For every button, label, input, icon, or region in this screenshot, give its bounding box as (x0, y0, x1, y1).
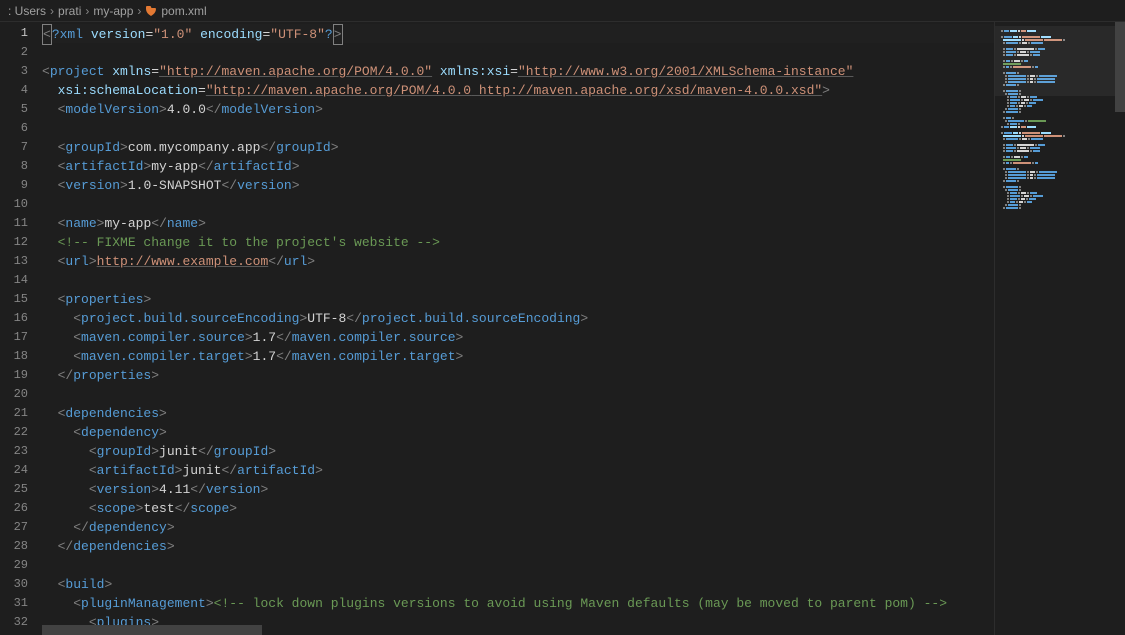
code-line[interactable]: <pluginManagement><!-- lock down plugins… (42, 594, 994, 613)
breadcrumb-segment[interactable]: prati (58, 4, 81, 18)
line-number[interactable]: 25 (0, 480, 28, 499)
line-number[interactable]: 27 (0, 518, 28, 537)
code-line[interactable]: xsi:schemaLocation="http://maven.apache.… (42, 81, 994, 100)
code-area[interactable]: <?xml version="1.0" encoding="UTF-8"?> <p… (42, 22, 994, 635)
line-number[interactable]: 31 (0, 594, 28, 613)
line-number[interactable]: 13 (0, 252, 28, 271)
line-number[interactable]: 14 (0, 271, 28, 290)
vertical-scrollbar-thumb[interactable] (1115, 22, 1125, 112)
code-line[interactable]: <properties> (42, 290, 994, 309)
line-number[interactable]: 3 (0, 62, 28, 81)
breadcrumb-segment[interactable]: Users (15, 4, 46, 18)
code-line[interactable]: <artifactId>junit</artifactId> (42, 461, 994, 480)
line-number[interactable]: 17 (0, 328, 28, 347)
line-number[interactable]: 8 (0, 157, 28, 176)
code-line[interactable]: </properties> (42, 366, 994, 385)
line-number[interactable]: 21 (0, 404, 28, 423)
code-line[interactable]: <groupId>junit</groupId> (42, 442, 994, 461)
line-number[interactable]: 10 (0, 195, 28, 214)
breadcrumb-file[interactable]: pom.xml (161, 4, 206, 18)
code-line[interactable]: <!-- FIXME change it to the project's we… (42, 233, 994, 252)
line-number[interactable]: 7 (0, 138, 28, 157)
xml-file-icon (145, 5, 157, 17)
code-line[interactable]: <project xmlns="http://maven.apache.org/… (42, 62, 994, 81)
horizontal-scrollbar[interactable] (42, 625, 994, 635)
line-number[interactable]: 18 (0, 347, 28, 366)
breadcrumb-segment[interactable]: my-app (93, 4, 133, 18)
minimap[interactable] (995, 22, 1115, 635)
line-number[interactable]: 23 (0, 442, 28, 461)
code-line[interactable]: <project.build.sourceEncoding>UTF-8</pro… (42, 309, 994, 328)
line-number[interactable]: 30 (0, 575, 28, 594)
code-line[interactable]: <build> (42, 575, 994, 594)
code-line[interactable]: <dependency> (42, 423, 994, 442)
code-line[interactable] (42, 119, 994, 138)
code-line[interactable]: <version>4.11</version> (42, 480, 994, 499)
code-line[interactable]: <maven.compiler.source>1.7</maven.compil… (42, 328, 994, 347)
code-line[interactable] (42, 43, 994, 62)
code-line[interactable]: <version>1.0-SNAPSHOT</version> (42, 176, 994, 195)
line-number[interactable]: 28 (0, 537, 28, 556)
chevron-right-icon: › (85, 4, 89, 18)
line-number[interactable]: 1 (0, 24, 28, 43)
line-number[interactable]: 32 (0, 613, 28, 632)
line-number[interactable]: 29 (0, 556, 28, 575)
code-line[interactable]: <groupId>com.mycompany.app</groupId> (42, 138, 994, 157)
line-number[interactable]: 19 (0, 366, 28, 385)
vertical-scrollbar[interactable] (1115, 22, 1125, 635)
breadcrumb[interactable]: : Users › prati › my-app › pom.xml (0, 0, 1125, 22)
line-number[interactable]: 4 (0, 81, 28, 100)
code-line[interactable]: </dependencies> (42, 537, 994, 556)
code-line[interactable]: <artifactId>my-app</artifactId> (42, 157, 994, 176)
code-line[interactable]: </dependency> (42, 518, 994, 537)
line-number[interactable]: 24 (0, 461, 28, 480)
code-line[interactable]: <modelVersion>4.0.0</modelVersion> (42, 100, 994, 119)
code-line[interactable] (42, 271, 994, 290)
line-number[interactable]: 5 (0, 100, 28, 119)
chevron-right-icon: › (50, 4, 54, 18)
code-line[interactable] (42, 556, 994, 575)
line-number[interactable]: 11 (0, 214, 28, 233)
code-line[interactable]: <name>my-app</name> (42, 214, 994, 233)
line-number[interactable]: 20 (0, 385, 28, 404)
chevron-right-icon: › (137, 4, 141, 18)
editor-wrap: 1234567891011121314151617181920212223242… (0, 22, 995, 635)
minimap-viewport[interactable] (995, 26, 1115, 96)
line-number[interactable]: 6 (0, 119, 28, 138)
horizontal-scrollbar-thumb[interactable] (42, 625, 262, 635)
line-number[interactable]: 26 (0, 499, 28, 518)
line-number[interactable]: 2 (0, 43, 28, 62)
code-line[interactable]: <?xml version="1.0" encoding="UTF-8"?> (42, 24, 994, 43)
editor-main: 1234567891011121314151617181920212223242… (0, 22, 1125, 635)
line-number[interactable]: 15 (0, 290, 28, 309)
line-number[interactable]: 16 (0, 309, 28, 328)
line-number[interactable]: 22 (0, 423, 28, 442)
code-line[interactable]: <url>http://www.example.com</url> (42, 252, 994, 271)
code-line[interactable]: <dependencies> (42, 404, 994, 423)
code-line[interactable]: <maven.compiler.target>1.7</maven.compil… (42, 347, 994, 366)
line-number-gutter[interactable]: 1234567891011121314151617181920212223242… (0, 22, 42, 635)
code-line[interactable] (42, 195, 994, 214)
line-number[interactable]: 9 (0, 176, 28, 195)
breadcrumb-sep-start: : (8, 4, 15, 18)
line-number[interactable]: 12 (0, 233, 28, 252)
code-line[interactable]: <scope>test</scope> (42, 499, 994, 518)
code-line[interactable] (42, 385, 994, 404)
